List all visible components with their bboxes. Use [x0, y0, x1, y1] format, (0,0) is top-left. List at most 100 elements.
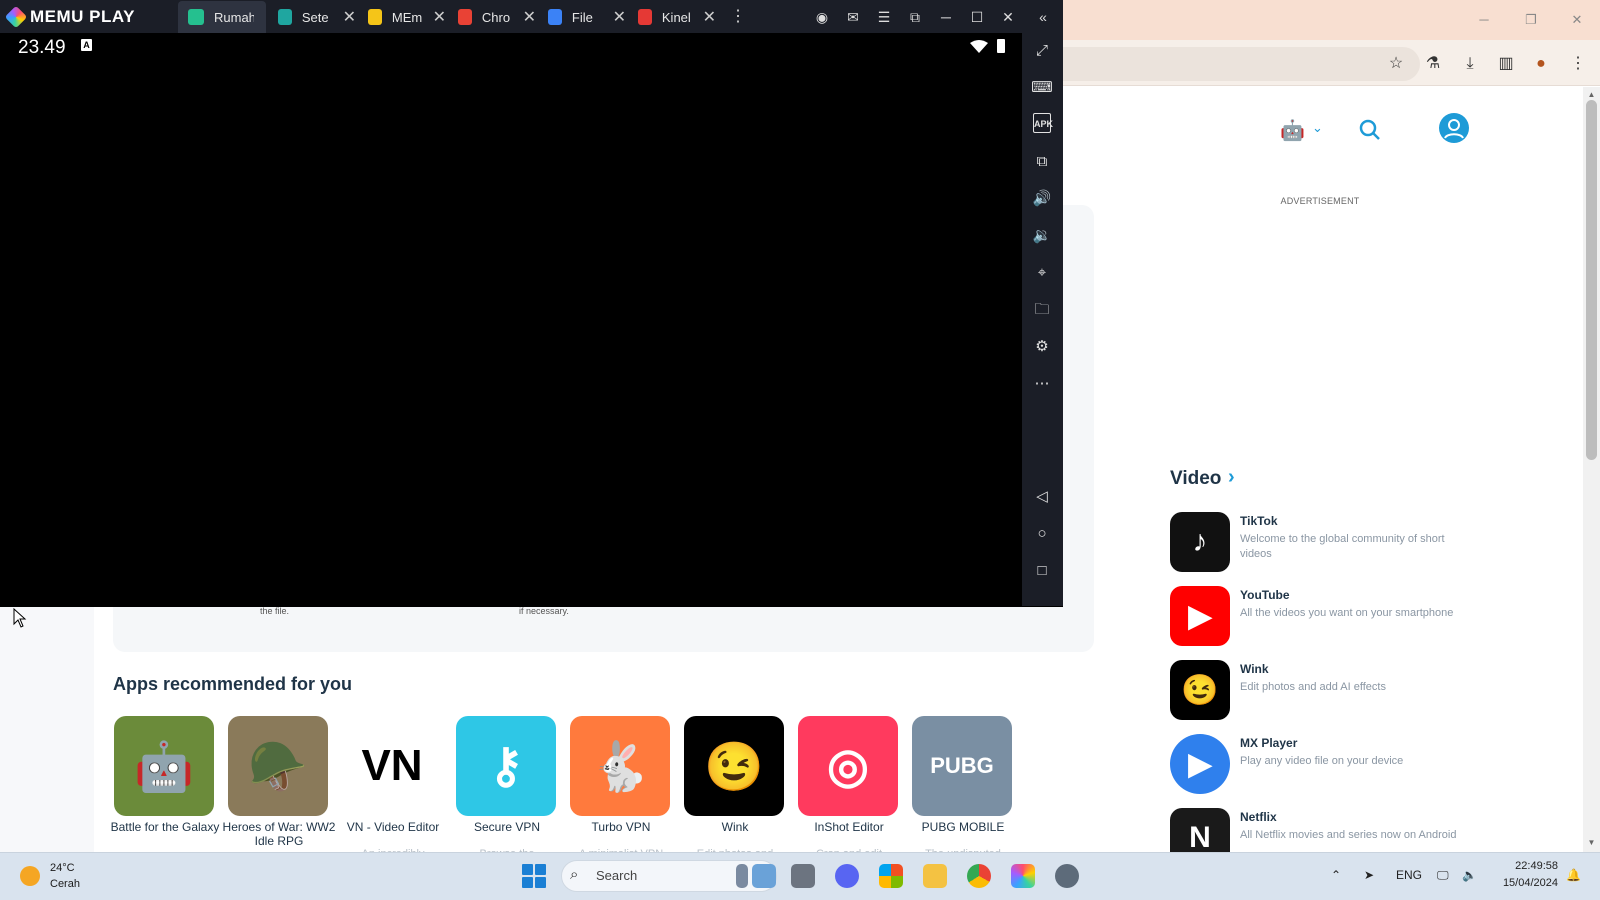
recommended-app-tile[interactable]: 🤖 Battle for the Galaxy	[111, 716, 219, 836]
android-icon[interactable]: 🤖	[1280, 118, 1305, 143]
folder-icon[interactable]: 🗀	[1030, 298, 1054, 322]
app-name[interactable]: Wink	[678, 820, 792, 834]
network-icon[interactable]: 🖵	[1437, 868, 1449, 883]
app-image[interactable]: VN	[342, 716, 442, 816]
location-icon[interactable]: ⌖	[1030, 261, 1054, 285]
speaker-icon[interactable]: 🔈	[1462, 868, 1477, 882]
memu-tab[interactable]: Kinel ✕	[628, 1, 716, 33]
apk-icon[interactable]: APK	[1033, 113, 1053, 133]
bookmark-star-icon[interactable]: ☆	[1384, 52, 1408, 76]
fullscreen-icon[interactable]: ⤢	[1030, 39, 1054, 63]
labs-flask-icon[interactable]: ⚗	[1421, 52, 1445, 76]
mail-icon[interactable]: ✉	[842, 6, 864, 28]
app-icon[interactable]: 😉	[1170, 660, 1230, 720]
task-view-icon[interactable]	[791, 864, 815, 888]
more-icon[interactable]: ⋯	[1030, 372, 1054, 396]
app-image[interactable]: PUBG	[912, 716, 1012, 816]
video-app-item[interactable]: 😉 Wink Edit photos and add AI effects	[1170, 660, 1470, 724]
app-icon[interactable]: ▶	[1170, 586, 1230, 646]
recommended-app-tile[interactable]: PUBGPUBG MOBILEThe undisputed	[912, 716, 1014, 860]
tray-language[interactable]: ENG	[1396, 868, 1422, 882]
app-name[interactable]: MX Player	[1240, 736, 1297, 750]
video-app-item[interactable]: ▶ YouTube All the videos you want on your …	[1170, 586, 1470, 650]
memu-tab[interactable]: File ✕	[538, 1, 626, 33]
tab-close-icon[interactable]: ✕	[433, 7, 446, 27]
recommended-app-tile[interactable]: VNVN - Video EditorAn incredibly	[342, 716, 444, 860]
video-section-title[interactable]: Video	[1170, 468, 1221, 490]
store-icon[interactable]	[879, 864, 903, 888]
chevron-right-icon[interactable]: ›	[1228, 466, 1235, 489]
app-image[interactable]: 🤖	[114, 716, 214, 816]
scroll-down-icon[interactable]: ▼	[1583, 838, 1600, 850]
app-name[interactable]: Wink	[1240, 662, 1269, 676]
app-name[interactable]: Battle for the Galaxy	[108, 820, 222, 834]
tab-close-icon[interactable]: ✕	[613, 7, 626, 27]
memu-tab[interactable]: Sete ✕	[268, 1, 356, 33]
memu-tab[interactable]: MEm ✕	[358, 1, 446, 33]
maximize-icon[interactable]: ☐	[966, 6, 988, 28]
video-app-item[interactable]: ▶ MX Player Play any video file on your de…	[1170, 734, 1470, 798]
app-icon[interactable]: ▶	[1170, 734, 1230, 794]
address-bar[interactable]	[1000, 47, 1420, 81]
back-icon[interactable]: ◁	[1030, 485, 1054, 509]
keyboard-icon[interactable]: ⌨	[1030, 76, 1054, 100]
recommended-app-tile[interactable]: ⚷Secure VPNBrowse the	[456, 716, 558, 860]
tab-close-icon[interactable]: ✕	[343, 7, 356, 27]
tray-location-icon[interactable]: ➤	[1364, 868, 1374, 882]
side-panel-icon[interactable]: ▥	[1494, 52, 1518, 76]
app-name[interactable]: YouTube	[1240, 588, 1290, 602]
app-name[interactable]: Netflix	[1240, 810, 1277, 824]
recommended-app-tile[interactable]: 🪖 Heroes of War: WW2 Idle RPG	[223, 716, 335, 848]
app-icon[interactable]: ♪	[1170, 512, 1230, 572]
close-icon[interactable]: ✕	[1568, 11, 1586, 29]
menu-icon[interactable]: ☰	[873, 6, 895, 28]
app-image[interactable]: 🪖	[228, 716, 328, 816]
tray-clock-time[interactable]: 22:49:58	[1490, 860, 1558, 872]
volume-up-icon[interactable]: 🔊	[1030, 187, 1054, 211]
minimize-icon[interactable]: ─	[935, 6, 957, 28]
chat-app-icon[interactable]	[835, 864, 859, 888]
app-name[interactable]: Secure VPN	[450, 820, 564, 834]
browser-menu-icon[interactable]: ⋮	[1566, 52, 1590, 76]
weather-sun-icon[interactable]	[20, 866, 40, 886]
recommended-app-tile[interactable]: 🐇Turbo VPNA minimalist VPN	[570, 716, 672, 860]
android-screen[interactable]	[1, 33, 1022, 606]
minimize-icon[interactable]: ─	[1475, 11, 1493, 29]
profile-avatar-icon[interactable]: ●	[1529, 52, 1553, 76]
memu-taskbar-icon[interactable]	[1011, 864, 1035, 888]
tray-clock-date[interactable]: 15/04/2024	[1490, 877, 1558, 889]
file-explorer-icon[interactable]	[923, 864, 947, 888]
user-account-icon[interactable]	[1438, 112, 1470, 144]
collapse-sidebar-icon[interactable]: «	[1032, 6, 1054, 28]
tab-close-icon[interactable]: ✕	[523, 7, 536, 27]
multi-instance-icon[interactable]: ⧉	[1030, 150, 1054, 174]
download-icon[interactable]: ⤓	[1458, 52, 1482, 76]
search-icon[interactable]	[1358, 118, 1382, 142]
tray-chevron-up-icon[interactable]: ⌃	[1331, 868, 1341, 882]
recents-icon[interactable]: □	[1030, 559, 1054, 583]
recommended-app-tile[interactable]: 😉WinkEdit photos and	[684, 716, 786, 860]
settings-app-icon[interactable]	[1055, 864, 1079, 888]
app-name[interactable]: Heroes of War: WW2 Idle RPG	[222, 820, 336, 848]
settings-icon[interactable]: ⚙	[1030, 335, 1054, 359]
tab-close-icon[interactable]: ✕	[703, 7, 716, 27]
memu-tab[interactable]: Rumah	[178, 1, 266, 33]
volume-down-icon[interactable]: 🔉	[1030, 224, 1054, 248]
recommended-app-tile[interactable]: ◎InShot EditorCrop and edit	[798, 716, 900, 860]
weather-temperature[interactable]: 24°C	[50, 862, 75, 874]
scroll-up-icon[interactable]: ▲	[1583, 90, 1600, 102]
notification-bell-icon[interactable]: 🔔	[1566, 868, 1581, 882]
account-icon[interactable]: ◉	[811, 6, 833, 28]
app-image[interactable]: ⚷	[456, 716, 556, 816]
tab-overflow-icon[interactable]: ⋮	[727, 6, 749, 28]
app-name[interactable]: TikTok	[1240, 514, 1278, 528]
app-name[interactable]: VN - Video Editor	[336, 820, 450, 834]
mini-mode-icon[interactable]: ⧉	[904, 6, 926, 28]
start-button[interactable]	[522, 864, 546, 888]
app-image[interactable]: 😉	[684, 716, 784, 816]
app-image[interactable]: 🐇	[570, 716, 670, 816]
weather-description[interactable]: Cerah	[50, 878, 80, 890]
scrollbar-thumb[interactable]	[1586, 100, 1597, 460]
app-name[interactable]: PUBG MOBILE	[906, 820, 1020, 834]
chrome-icon[interactable]	[967, 864, 991, 888]
